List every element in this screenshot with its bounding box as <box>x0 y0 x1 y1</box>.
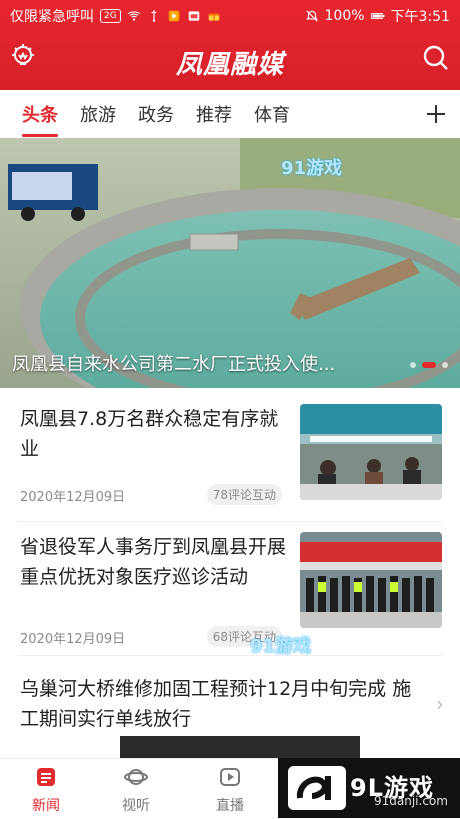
promo-domain: 91danji.com <box>374 794 448 808</box>
news-icon <box>34 765 58 789</box>
search-icon[interactable] <box>422 44 450 72</box>
battery-percentage: 100% <box>324 8 365 24</box>
nav-label: 新闻 <box>32 798 60 814</box>
battery-icon <box>370 13 385 19</box>
mute-bell-icon <box>305 10 318 22</box>
tabs-fade <box>294 103 312 125</box>
hero-title: 凤凰县自来水公司第二水厂正式投入使... <box>12 354 336 375</box>
carousel-dot-active <box>422 362 436 368</box>
gift-icon <box>208 13 219 21</box>
tab-sports[interactable]: 体育 <box>254 101 290 127</box>
status-right: 100% 下午3:51 <box>305 6 450 26</box>
network-status-text: 仅限紧急呼叫 <box>10 9 94 25</box>
app-indicator-icon <box>168 10 179 22</box>
tab-recommend[interactable]: 推荐 <box>196 101 232 127</box>
usb-icon <box>151 10 157 22</box>
news-item[interactable]: 省退役军人事务厅到凤凰县开展重点优抚对象医疗巡诊活动 2020年12月09日 6… <box>0 522 460 656</box>
nav-label: 直播 <box>216 798 244 814</box>
gallery-icon <box>188 11 199 21</box>
tab-travel[interactable]: 旅游 <box>80 101 116 127</box>
nav-live[interactable]: 直播 <box>190 765 270 815</box>
carousel-dot <box>442 362 448 368</box>
news-thumbnail <box>300 404 442 500</box>
nav-label: 视听 <box>122 798 150 814</box>
carousel-dot <box>410 362 416 368</box>
news-title: 凤凰县7.8万名群众稳定有序就业 <box>20 408 279 460</box>
nav-video[interactable]: 视听 <box>96 765 176 815</box>
play-icon <box>218 765 242 789</box>
add-tab-button[interactable] <box>422 100 450 128</box>
brand-title: 凤凰融媒 <box>175 49 284 80</box>
tab-government[interactable]: 政务 <box>138 101 174 127</box>
news-thumbnail <box>300 532 442 628</box>
network-2g-badge: 2G <box>100 9 121 23</box>
news-image-strip <box>120 736 360 758</box>
carousel-indicator <box>410 362 448 368</box>
status-left: 仅限紧急呼叫 2G <box>10 6 221 26</box>
plus-icon <box>427 105 445 123</box>
tab-headlines[interactable]: 头条 <box>22 101 58 137</box>
news-date: 2020年12月09日 <box>20 490 126 505</box>
wifi-icon <box>127 11 140 21</box>
hero-banner[interactable]: 91游戏 凤凰县自来水公司第二水厂正式投入使... <box>0 138 460 388</box>
planet-icon <box>124 765 148 789</box>
news-date: 2020年12月09日 <box>20 632 126 647</box>
promo-watermark: 9L游戏 91danji.com <box>278 758 460 818</box>
status-bar: 仅限紧急呼叫 2G 100% 下午3:51 <box>10 6 450 26</box>
news-title: 乌巢河大桥维修加固工程预计12月中旬完成 施工期间实行单线放行 <box>20 678 412 730</box>
news-item[interactable]: 乌巢河大桥维修加固工程预计12月中旬完成 施工期间实行单线放行 › 91游戏 <box>0 636 460 758</box>
news-item[interactable]: 凤凰县7.8万名群众稳定有序就业 2020年12月09日 78评论互动 <box>0 388 460 522</box>
comment-badge: 78评论互动 <box>206 484 282 505</box>
channel-tabs: 头条 旅游 政务 推荐 体育 <box>0 90 460 139</box>
news-title: 省退役军人事务厅到凤凰县开展重点优抚对象医疗巡诊活动 <box>20 536 287 588</box>
time-text: 下午3:51 <box>390 9 450 25</box>
chevron-right-icon[interactable]: › <box>436 692 444 716</box>
nav-news[interactable]: 新闻 <box>6 765 86 815</box>
hero-watermark: 91游戏 <box>280 158 342 179</box>
app-header: 仅限紧急呼叫 2G 100% 下午3:51 凤凰融媒 <box>0 0 460 90</box>
promo-logo <box>288 766 346 810</box>
page-watermark: 91游戏 <box>250 636 312 657</box>
